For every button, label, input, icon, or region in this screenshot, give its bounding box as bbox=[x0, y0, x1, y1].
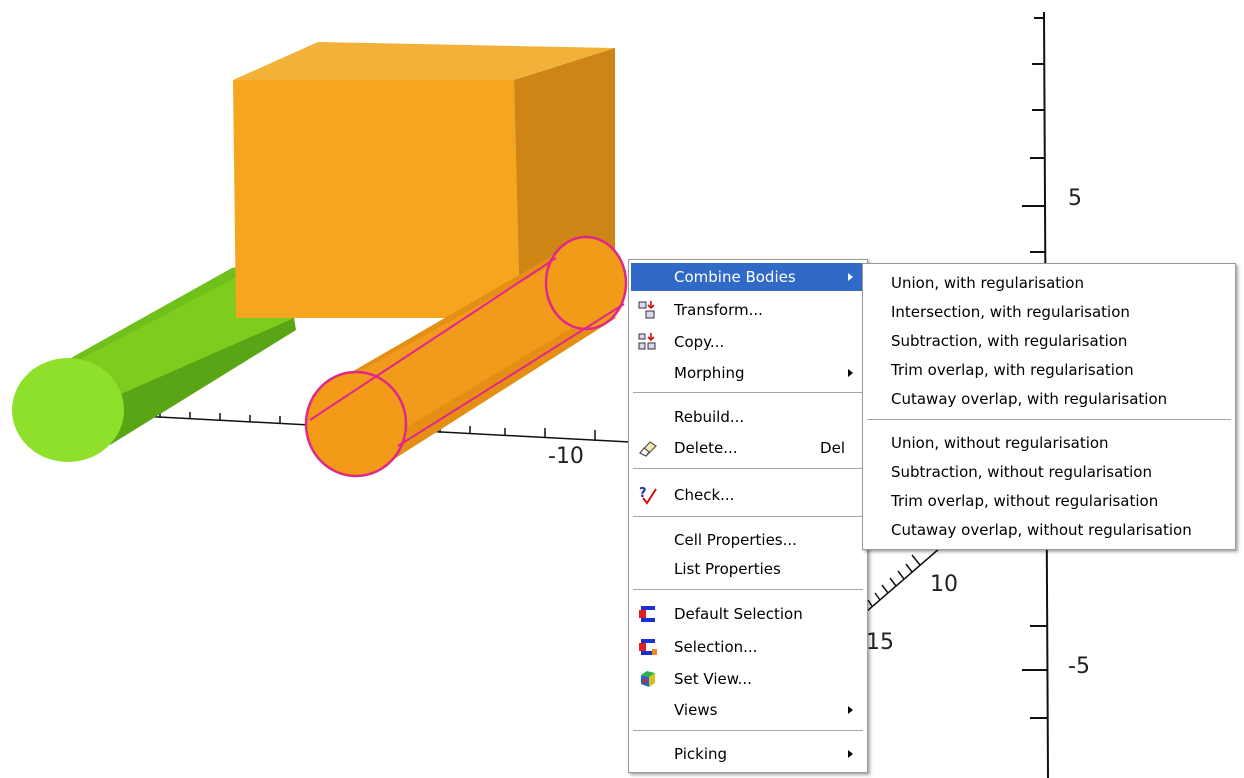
menu-item-label: Views bbox=[674, 701, 718, 719]
menu-item-label: Rebuild... bbox=[674, 408, 745, 426]
axis-label-15: 15 bbox=[866, 630, 894, 655]
menu-item-label: Copy... bbox=[674, 333, 725, 351]
menu-separator bbox=[633, 392, 863, 394]
submenu-arrow-icon bbox=[848, 750, 853, 758]
menu-item-selection[interactable]: Selection... bbox=[631, 633, 865, 661]
menu-item-picking[interactable]: Picking bbox=[631, 740, 865, 768]
submenu-item-subtraction-without-reg[interactable]: Subtraction, without regularisation bbox=[891, 463, 1152, 487]
menu-item-set-view[interactable]: Set View... bbox=[631, 665, 865, 693]
submenu-item-cutaway-with-reg[interactable]: Cutaway overlap, with regularisation bbox=[891, 390, 1167, 414]
copy-icon bbox=[638, 333, 656, 350]
depth-axis bbox=[865, 547, 941, 613]
submenu-arrow-icon bbox=[848, 369, 853, 377]
menu-item-views[interactable]: Views bbox=[631, 696, 865, 724]
submenu-item-trim-with-reg[interactable]: Trim overlap, with regularisation bbox=[891, 361, 1134, 385]
menu-item-label: Cell Properties... bbox=[674, 531, 797, 549]
transform-icon bbox=[638, 301, 655, 319]
menu-item-copy[interactable]: Copy... bbox=[631, 328, 865, 356]
axis-label-minus-5: -5 bbox=[1068, 654, 1090, 679]
menu-item-label: Default Selection bbox=[674, 605, 803, 623]
submenu-item-trim-without-reg[interactable]: Trim overlap, without regularisation bbox=[891, 492, 1158, 516]
menu-item-morphing[interactable]: Morphing bbox=[631, 359, 865, 387]
menu-item-label: Morphing bbox=[674, 364, 745, 382]
menu-item-default-selection[interactable]: Default Selection bbox=[631, 600, 865, 628]
menu-separator bbox=[633, 468, 863, 470]
menu-separator bbox=[633, 589, 863, 591]
menu-item-cell-properties[interactable]: Cell Properties... bbox=[631, 526, 865, 554]
menu-item-label: Selection... bbox=[674, 638, 758, 656]
submenu-item-cutaway-without-reg[interactable]: Cutaway overlap, without regularisation bbox=[891, 521, 1192, 545]
combine-bodies-submenu: Union, with regularisation Intersection,… bbox=[862, 263, 1236, 550]
menu-item-label: Set View... bbox=[674, 670, 752, 688]
context-menu: Combine Bodies Transform... Copy... Morp… bbox=[628, 259, 868, 773]
axis-label-5: 5 bbox=[1068, 186, 1082, 211]
menu-item-transform[interactable]: Transform... bbox=[631, 296, 865, 324]
menu-item-combine-bodies[interactable]: Combine Bodies bbox=[631, 263, 865, 291]
menu-separator bbox=[867, 419, 1231, 421]
axis-label-minus-10: -10 bbox=[548, 444, 584, 469]
submenu-item-union-without-reg[interactable]: Union, without regularisation bbox=[891, 434, 1109, 458]
menu-item-label: Check... bbox=[674, 486, 735, 504]
shortcut-label: Del bbox=[820, 439, 845, 457]
menu-item-delete[interactable]: Delete... Del bbox=[631, 434, 865, 462]
submenu-item-subtraction-with-reg[interactable]: Subtraction, with regularisation bbox=[891, 332, 1127, 356]
submenu-item-union-with-reg[interactable]: Union, with regularisation bbox=[891, 274, 1084, 298]
menu-item-label: List Properties bbox=[674, 560, 781, 578]
submenu-item-intersection-with-reg[interactable]: Intersection, with regularisation bbox=[891, 303, 1130, 327]
axis-label-10: 10 bbox=[930, 572, 958, 597]
menu-item-check[interactable]: ? Check... bbox=[631, 481, 865, 509]
menu-item-rebuild[interactable]: Rebuild... bbox=[631, 403, 865, 431]
menu-separator bbox=[633, 730, 863, 732]
selection-icon bbox=[639, 606, 655, 622]
selection-icon bbox=[639, 639, 657, 655]
menu-item-label: Delete... bbox=[674, 439, 738, 457]
menu-item-label: Picking bbox=[674, 745, 728, 763]
menu-separator bbox=[633, 516, 863, 518]
check-icon: ? bbox=[639, 486, 657, 505]
view-cube-icon bbox=[641, 671, 655, 687]
menu-item-label: Transform... bbox=[674, 301, 763, 319]
eraser-icon bbox=[639, 441, 657, 457]
submenu-arrow-icon bbox=[848, 706, 853, 714]
menu-item-list-properties[interactable]: List Properties bbox=[631, 555, 865, 583]
menu-item-label: Combine Bodies bbox=[674, 268, 796, 286]
submenu-arrow-icon bbox=[848, 273, 853, 281]
